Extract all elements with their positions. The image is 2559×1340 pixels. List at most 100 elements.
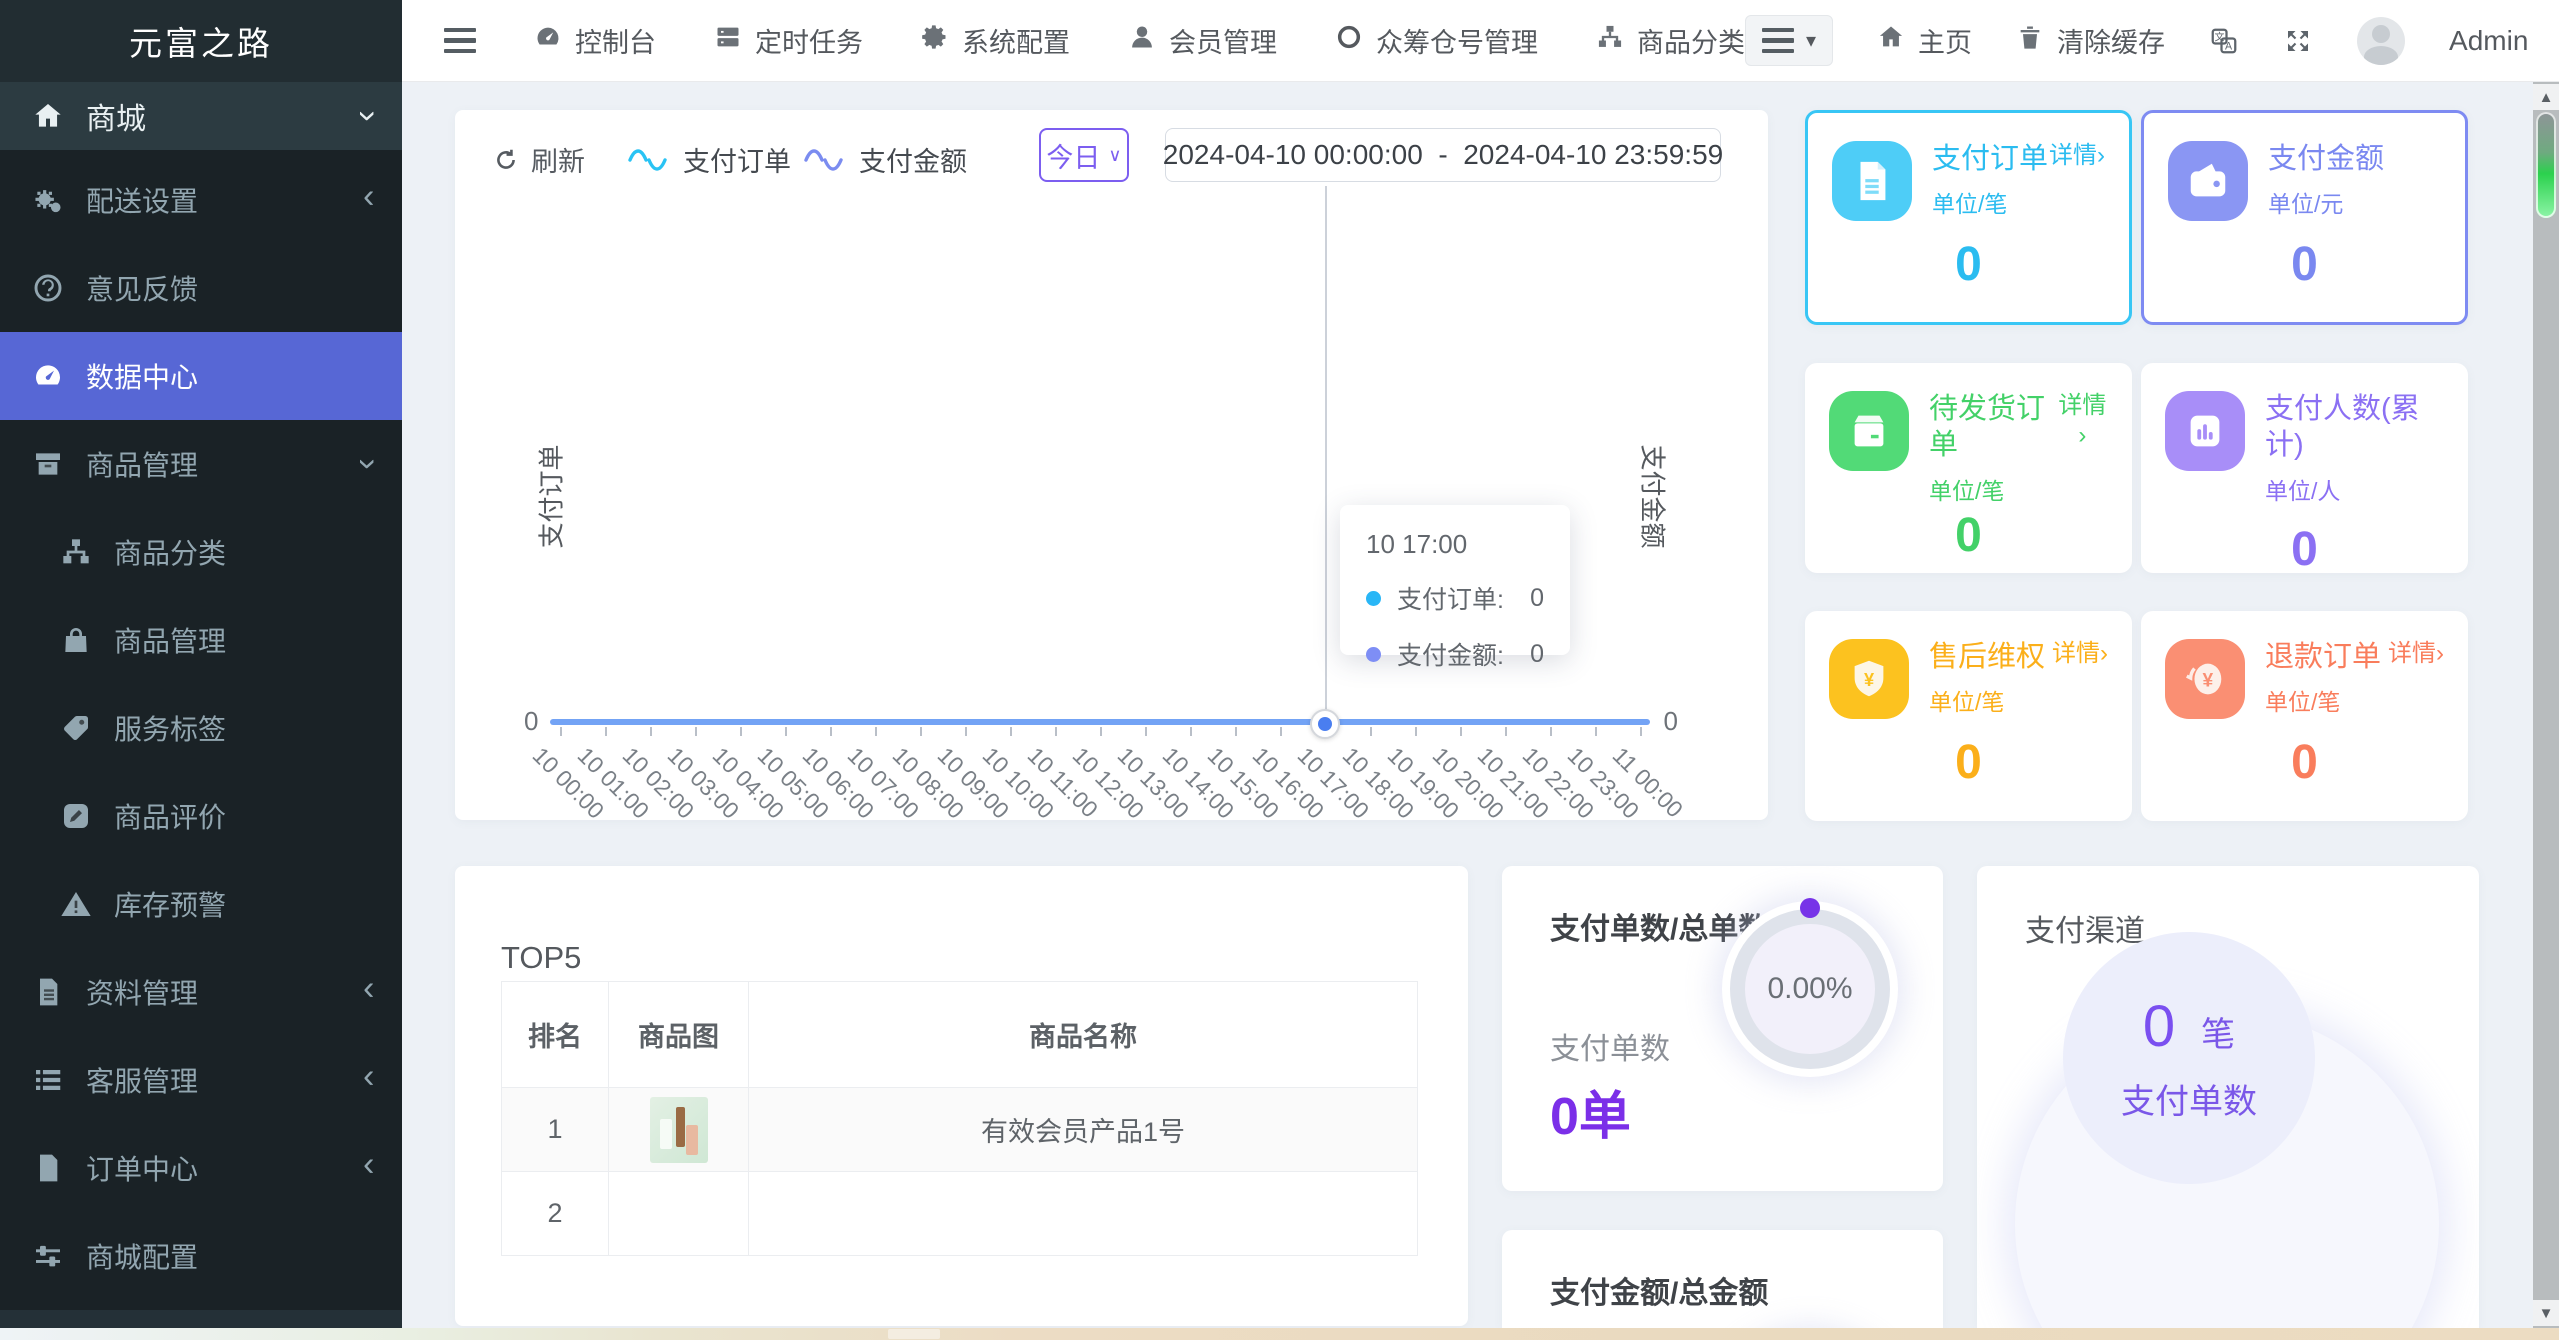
sidebar-item-delivery-settings[interactable]: 配送设置 › — [0, 156, 402, 244]
sidebar-item-label: 配送设置 — [86, 186, 199, 217]
refresh-icon — [497, 149, 515, 169]
nav-dropdown-button[interactable]: ▾ — [1745, 14, 1834, 67]
nav-item-system-config[interactable]: 系统配置 — [921, 21, 1070, 60]
series-dot-icon — [1366, 590, 1381, 606]
tooltip-row: 支付金额: 0 — [1366, 636, 1544, 672]
stat-title: 支付订单 — [1932, 143, 2049, 175]
tooltip-series-value: 0 — [1530, 639, 1544, 668]
scrollbar-thumb[interactable] — [888, 1329, 940, 1339]
bag-icon — [58, 623, 94, 657]
navbar-left: 控制台 定时任务 系统配置 会员管理 众筹仓号管理 商品分类 — [444, 21, 1745, 60]
sidebar-item-label: 商品管理 — [86, 450, 199, 481]
sidebar-item-service-tags[interactable]: 服务标签 — [0, 684, 402, 772]
sidebar-item-product-management[interactable]: 商品管理 › — [0, 420, 402, 508]
x-axis-tick — [1145, 727, 1147, 736]
tasks-icon — [714, 23, 742, 58]
chevron-left-icon: › — [362, 973, 374, 1011]
archive-icon — [30, 447, 66, 481]
column-header-name: 商品名称 — [749, 982, 1417, 1088]
stat-title: 支付人数(累计) — [2265, 393, 2420, 462]
menu-toggle-icon[interactable] — [444, 27, 476, 54]
gears-icon — [30, 183, 66, 217]
menu-list-icon — [1762, 27, 1794, 54]
sidebar-menu: 配送设置 › 意见反馈 数据中心 商品管理 › 商品分类 商品管理 服务标签 商… — [0, 156, 402, 1300]
pay-count-ratio-panel: 支付单数/总单数 0.00% 支付单数 0单 — [1502, 866, 1943, 1191]
x-axis-tick — [649, 727, 652, 736]
x-axis-labels: 10 00:00 10 01:00 10 02:00 10 03:00 10 04:00… — [528, 742, 1688, 824]
horizontal-scrollbar[interactable] — [0, 1328, 2559, 1340]
gear-icon — [921, 23, 949, 58]
range-label: 今日 — [1046, 142, 1101, 173]
warning-icon — [58, 887, 94, 921]
sidebar-item-shop[interactable]: 商城 › — [0, 82, 402, 150]
sidebar-item-stock-alert[interactable]: 库存预警 — [0, 860, 402, 948]
sidebar: 元富之路 商城 › 配送设置 › 意见反馈 数据中心 商品管理 › 商品分类 商… — [0, 0, 402, 1328]
legend-pay-amount[interactable]: 支付金额 — [803, 140, 967, 179]
x-axis-tick — [740, 727, 742, 736]
sidebar-item-feedback[interactable]: 意见反馈 — [0, 244, 402, 332]
stat-card-pay-orders: 支付订单 详情› 单位/笔 0 — [1805, 110, 2132, 325]
chevron-left-icon: › — [362, 1061, 374, 1099]
sidebar-item-data-center[interactable]: 数据中心 — [0, 332, 402, 420]
highlight-dot[interactable] — [1310, 709, 1340, 739]
table-row[interactable]: 1 有效会员产品1号 — [502, 1088, 1417, 1172]
detail-link[interactable]: 详情› — [2388, 639, 2444, 669]
date-range-select[interactable]: 今日 ∨ — [1039, 128, 1129, 182]
scroll-down-icon[interactable]: ▼ — [2533, 1300, 2559, 1326]
legend-pay-orders[interactable]: 支付订单 — [627, 140, 791, 179]
nav-item-member-management[interactable]: 会员管理 — [1128, 21, 1277, 60]
x-axis-tick — [1415, 727, 1417, 736]
translate-icon[interactable]: 文A — [2209, 26, 2239, 56]
top5-title: TOP5 — [501, 940, 582, 975]
detail-link[interactable]: 详情 › — [2057, 391, 2108, 451]
sidebar-item-material-management[interactable]: 资料管理 › — [0, 948, 402, 1036]
detail-link[interactable]: 详情› — [2052, 639, 2108, 669]
date-range-input[interactable]: 2024-04-10 00:00:00 - 2024-04-10 23:59:5… — [1163, 128, 1723, 182]
nav-item-product-category[interactable]: 商品分类 — [1596, 21, 1745, 60]
avatar[interactable] — [2357, 16, 2406, 65]
stat-card-pay-amount: 支付金额 单位/元 0 — [2141, 110, 2468, 325]
fullscreen-icon[interactable] — [2283, 26, 2313, 56]
nav-item-console[interactable]: 控制台 — [534, 21, 656, 60]
refresh-button[interactable]: 刷新 — [493, 140, 585, 179]
panel-metric-value: 0单 — [1550, 1088, 1631, 1146]
sidebar-item-product-category[interactable]: 商品分类 — [0, 508, 402, 596]
x-axis-tick — [1370, 727, 1372, 736]
nav-item-label: 定时任务 — [755, 28, 863, 58]
brand-title: 元富之路 — [0, 0, 402, 82]
nav-item-clear-cache[interactable]: 清除缓存 — [2016, 21, 2165, 60]
nav-item-scheduled-tasks[interactable]: 定时任务 — [714, 21, 863, 60]
sidebar-item-label: 数据中心 — [86, 362, 199, 393]
vertical-scrollbar[interactable]: ▲ ▼ — [2533, 82, 2559, 1328]
scroll-up-icon[interactable]: ▲ — [2533, 84, 2559, 110]
tooltip-series-name: 支付订单: — [1397, 586, 1504, 614]
sidebar-item-order-center[interactable]: 订单中心 › — [0, 1124, 402, 1212]
table-row[interactable]: 2 — [502, 1172, 1417, 1256]
channel-unit: 笔 — [2201, 1016, 2236, 1054]
sidebar-item-customer-service[interactable]: 客服管理 › — [0, 1036, 402, 1124]
series-dot-icon — [1366, 646, 1381, 662]
cell-name: 有效会员产品1号 — [749, 1088, 1417, 1172]
stat-value: 0 — [1955, 508, 1982, 562]
cell-rank: 2 — [502, 1172, 609, 1256]
sidebar-item-label: 商品评价 — [114, 802, 227, 833]
sidebar-item-label: 库存预警 — [114, 890, 227, 921]
detail-link[interactable]: 详情› — [2049, 141, 2105, 171]
wallet-icon — [2168, 141, 2248, 221]
circle-icon — [1335, 23, 1363, 58]
stat-title: 退款订单 — [2265, 641, 2382, 673]
navbar-right: ▾ 主页 清除缓存 文A Admin — [1745, 14, 2559, 67]
donut-chart: 0.00% — [1715, 894, 1905, 1084]
nav-item-label: 系统配置 — [962, 28, 1070, 58]
stat-title: 支付金额 — [2268, 143, 2385, 175]
sidebar-item-product-manage[interactable]: 商品管理 — [0, 596, 402, 684]
scrollbar-thumb[interactable] — [2536, 112, 2556, 218]
panel-metric-label: 支付单数 — [1550, 1033, 1670, 1066]
sidebar-item-product-reviews[interactable]: 商品评价 — [0, 772, 402, 860]
cell-image — [609, 1172, 749, 1256]
sidebar-item-mall-config[interactable]: 商城配置 — [0, 1212, 402, 1300]
x-axis-tick — [919, 727, 922, 736]
stat-unit: 单位/笔 — [1929, 477, 2005, 504]
nav-item-crowdfunding-management[interactable]: 众筹仓号管理 — [1335, 21, 1538, 60]
nav-item-home[interactable]: 主页 — [1877, 21, 1972, 60]
